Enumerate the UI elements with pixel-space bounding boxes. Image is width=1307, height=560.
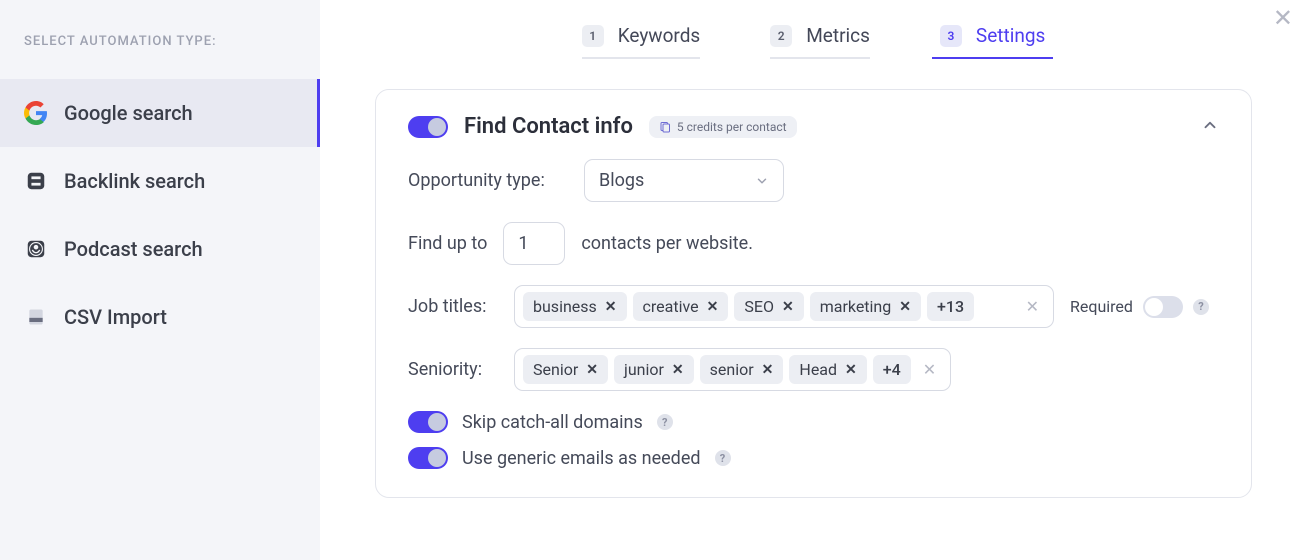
find-contact-card: Find Contact info 5 credits per contact … bbox=[375, 89, 1252, 498]
tag-overflow[interactable]: +13 bbox=[927, 292, 974, 321]
tag: Head✕ bbox=[789, 355, 866, 384]
tag-remove-icon[interactable]: ✕ bbox=[605, 299, 617, 315]
tab-number: 1 bbox=[582, 25, 604, 47]
close-icon: ✕ bbox=[1273, 4, 1293, 32]
seniority-label: Seniority: bbox=[408, 359, 498, 380]
sidebar-item-label: Podcast search bbox=[64, 237, 203, 261]
sidebar-item-google-search[interactable]: Google search bbox=[0, 79, 320, 147]
credits-text: 5 credits per contact bbox=[677, 120, 787, 134]
seniority-input[interactable]: Senior✕ junior✕ senior✕ Head✕ +4 ✕ bbox=[514, 348, 951, 391]
tag-remove-icon[interactable]: ✕ bbox=[845, 362, 857, 378]
tag-remove-icon[interactable]: ✕ bbox=[782, 299, 794, 315]
tag-remove-icon[interactable]: ✕ bbox=[899, 299, 911, 315]
generic-emails-toggle[interactable] bbox=[408, 447, 448, 469]
backlink-icon bbox=[24, 169, 48, 193]
tag: creative✕ bbox=[633, 292, 729, 321]
main-panel: ✕ 1 Keywords 2 Metrics 3 Settings Fin bbox=[320, 0, 1307, 560]
chevron-down-icon bbox=[755, 174, 769, 188]
sidebar-title: SELECT AUTOMATION TYPE: bbox=[0, 34, 320, 79]
tag-remove-icon[interactable]: ✕ bbox=[707, 299, 719, 315]
tag-remove-icon[interactable]: ✕ bbox=[762, 362, 774, 378]
job-titles-label: Job titles: bbox=[408, 296, 498, 317]
sidebar-item-label: Backlink search bbox=[64, 169, 205, 193]
google-icon bbox=[24, 101, 48, 125]
opportunity-type-select[interactable]: Blogs bbox=[584, 159, 784, 202]
tab-number: 3 bbox=[940, 25, 962, 47]
collapse-button[interactable] bbox=[1201, 116, 1219, 138]
tab-metrics[interactable]: 2 Metrics bbox=[770, 24, 870, 57]
sidebar-item-csv-import[interactable]: CSV Import bbox=[0, 283, 320, 351]
find-contact-toggle[interactable] bbox=[408, 116, 448, 138]
sidebar: SELECT AUTOMATION TYPE: Google search Ba… bbox=[0, 0, 320, 560]
contacts-count-input[interactable] bbox=[503, 222, 565, 265]
close-button[interactable]: ✕ bbox=[1273, 6, 1293, 30]
credits-badge: 5 credits per contact bbox=[649, 116, 797, 138]
generic-emails-label: Use generic emails as needed bbox=[462, 448, 701, 469]
tab-label: Keywords bbox=[618, 24, 701, 47]
findup-suffix: contacts per website. bbox=[581, 233, 753, 254]
required-label: Required bbox=[1070, 297, 1133, 316]
card-title: Find Contact info bbox=[464, 114, 633, 139]
required-toggle[interactable] bbox=[1143, 296, 1183, 318]
sidebar-item-podcast-search[interactable]: Podcast search bbox=[0, 215, 320, 283]
tag-overflow[interactable]: +4 bbox=[873, 355, 911, 384]
clear-all-icon[interactable]: ✕ bbox=[1020, 297, 1045, 316]
tag: SEO✕ bbox=[734, 292, 803, 321]
help-icon[interactable]: ? bbox=[715, 450, 731, 466]
clear-all-icon[interactable]: ✕ bbox=[917, 360, 942, 379]
chevron-up-icon bbox=[1201, 116, 1219, 134]
sidebar-item-label: Google search bbox=[64, 101, 193, 125]
credits-icon bbox=[659, 121, 671, 133]
skip-catchall-toggle[interactable] bbox=[408, 411, 448, 433]
tag: senior✕ bbox=[700, 355, 784, 384]
tab-settings[interactable]: 3 Settings bbox=[940, 24, 1045, 57]
tab-label: Settings bbox=[976, 24, 1045, 47]
csv-icon bbox=[24, 305, 48, 329]
job-titles-input[interactable]: business✕ creative✕ SEO✕ marketing✕ +13 … bbox=[514, 285, 1054, 328]
tab-label: Metrics bbox=[806, 24, 870, 47]
findup-prefix: Find up to bbox=[408, 233, 487, 254]
tag: business✕ bbox=[523, 292, 627, 321]
help-icon[interactable]: ? bbox=[1193, 299, 1209, 315]
sidebar-item-backlink-search[interactable]: Backlink search bbox=[0, 147, 320, 215]
select-value: Blogs bbox=[599, 170, 644, 191]
tab-number: 2 bbox=[770, 25, 792, 47]
tab-keywords[interactable]: 1 Keywords bbox=[582, 24, 701, 57]
tag: marketing✕ bbox=[810, 292, 921, 321]
tag-remove-icon[interactable]: ✕ bbox=[672, 362, 684, 378]
sidebar-item-label: CSV Import bbox=[64, 305, 167, 329]
tag-remove-icon[interactable]: ✕ bbox=[586, 362, 598, 378]
tag: junior✕ bbox=[614, 355, 694, 384]
help-icon[interactable]: ? bbox=[657, 414, 673, 430]
skip-catchall-label: Skip catch-all domains bbox=[462, 412, 643, 433]
tag: Senior✕ bbox=[523, 355, 608, 384]
step-tabs: 1 Keywords 2 Metrics 3 Settings bbox=[360, 0, 1267, 65]
podcast-icon bbox=[24, 237, 48, 261]
opportunity-type-label: Opportunity type: bbox=[408, 170, 568, 191]
